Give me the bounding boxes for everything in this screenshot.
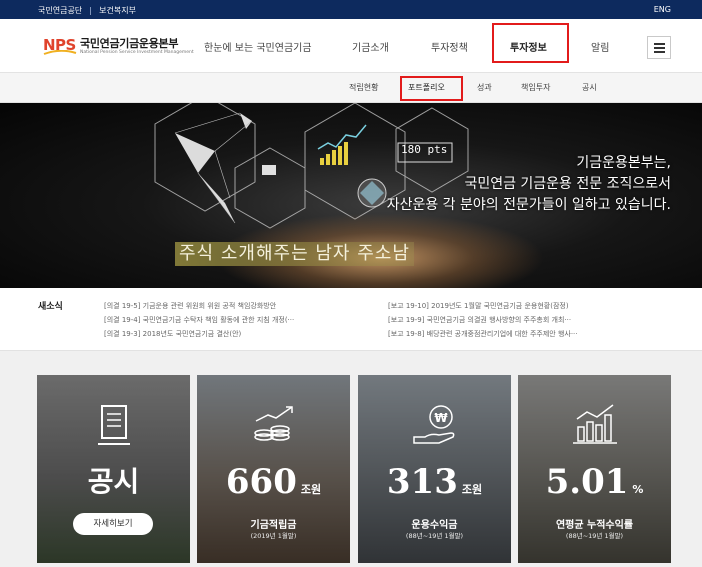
card-disclosure-title: 공시 (87, 465, 140, 498)
news-item[interactable]: [의결 19-5] 기금운용 관련 위원회 위원 공적 책임강화방안 (104, 301, 276, 311)
menu-hamburger-icon[interactable] (647, 36, 671, 59)
main-header: NPS 국민연금기금운용본부 National Pension Service … (0, 19, 702, 73)
card-investment-return-date: (88년~19년 1월말) (405, 532, 464, 540)
site-logo[interactable]: NPS 국민연금기금운용본부 National Pension Service … (43, 37, 194, 56)
won-hand-icon: ₩ (412, 405, 454, 444)
news-item[interactable]: [보고 19-9] 국민연금기금 의결권 행사방향의 주주총회 개최··· (388, 315, 571, 325)
gnb-item-fund-intro[interactable]: 기금소개 (352, 39, 389, 54)
snb-item-responsible-investment[interactable]: 책임투자 (521, 82, 550, 93)
highlight-box-portfolio (400, 76, 463, 101)
hero-graphic-label: 180 pts (401, 143, 448, 156)
card-investment-return-label: 운용수익금 (411, 520, 458, 531)
bar-chart-icon (572, 404, 617, 444)
news-item[interactable]: [의결 19-4] 국민연금기금 수탁자 책임 활동에 관한 지침 개정(··· (104, 315, 294, 325)
snb-item-reserve[interactable]: 적립현황 (349, 82, 378, 93)
gnb-item-investment-policy[interactable]: 투자정책 (431, 39, 468, 54)
snb-item-disclosure[interactable]: 공시 (582, 82, 597, 93)
util-link-nps[interactable]: 국민연금공단 (38, 5, 82, 16)
news-item[interactable]: [의결 19-3] 2018년도 국민연금기금 결산(안) (104, 329, 241, 339)
card-investment-return[interactable]: ₩ 313 조원 운용수익금 (88년~19년 1월말) (358, 375, 511, 563)
utility-bar: 국민연금공단 보건복지부 ENG (0, 0, 702, 19)
unit-label: 조원 (461, 483, 483, 496)
sub-nav: 적립현황 포트폴리오 성과 책임투자 공시 (0, 73, 702, 103)
hero-banner: 180 pts 기금운용본부는, 국민연금 기금운용 전문 조직으로서 자산운용… (0, 103, 702, 288)
unit-label: 조원 (300, 483, 322, 496)
news-title: 새소식 (38, 302, 63, 312)
news-item[interactable]: [보고 19-10] 2019년도 1월말 국민연금기금 운용현황(잠정) (388, 301, 569, 311)
svg-text:₩: ₩ (434, 411, 448, 425)
nps-logo-mark: NPS (43, 37, 77, 55)
card-annual-return-rate-date: (88년~19년 1월말) (565, 532, 624, 540)
coins-growth-icon (253, 406, 293, 441)
hero-headline-line2: 국민연금 기금운용 전문 조직으로서 (464, 176, 671, 192)
news-section: 새소식 [의결 19-5] 기금운용 관련 위원회 위원 공적 책임강화방안 [… (0, 288, 702, 351)
card-annual-return-rate-value: 5.01% (545, 462, 644, 502)
card-disclosure[interactable]: 공시 자세히보기 (37, 375, 190, 563)
util-divider (90, 6, 92, 15)
card-annual-return-rate-label: 연평균 누적수익률 (555, 520, 634, 531)
card-fund-reserve-label: 기금적립금 (250, 520, 297, 531)
unit-label: % (632, 483, 644, 496)
snb-item-performance[interactable]: 성과 (477, 82, 492, 93)
logo-name-en: National Pension Service Investment Mana… (80, 50, 194, 55)
logo-name-kr: 국민연금기금운용본부 (80, 37, 179, 50)
detail-button[interactable]: 자세히보기 (73, 513, 153, 535)
hero-headline-line3: 자산운용 각 분야의 전문가들이 일하고 있습니다. (386, 197, 671, 213)
language-link[interactable]: ENG (654, 5, 671, 14)
stats-cards: 공시 자세히보기 660 조원 기금적립금 (2019년 1월말) ₩ 313 조원… (0, 351, 702, 567)
logo-swoosh-icon (43, 50, 77, 55)
gnb-item-overview[interactable]: 한눈에 보는 국민연금기금 (204, 39, 312, 54)
card-fund-reserve-date: (2019년 1월말) (250, 532, 297, 540)
document-icon (97, 405, 130, 445)
watermark-caption: 주식 소개해주는 남자 주소남 (175, 242, 414, 266)
card-annual-return-rate[interactable]: 5.01% 연평균 누적수익률 (88년~19년 1월말) (518, 375, 671, 563)
news-item[interactable]: [보고 19-8] 배당관련 공개중점관리기업에 대한 주주제안 행사··· (388, 329, 578, 339)
highlight-box-investment-info (492, 23, 569, 63)
util-link-mohw[interactable]: 보건복지부 (99, 5, 136, 16)
hero-headline-line1: 기금운용본부는, (576, 155, 671, 171)
card-fund-reserve-value: 660 조원 (225, 462, 322, 502)
card-fund-reserve[interactable]: 660 조원 기금적립금 (2019년 1월말) (197, 375, 350, 563)
card-investment-return-value: 313 조원 (386, 462, 483, 502)
gnb-item-notice[interactable]: 알림 (591, 39, 609, 54)
